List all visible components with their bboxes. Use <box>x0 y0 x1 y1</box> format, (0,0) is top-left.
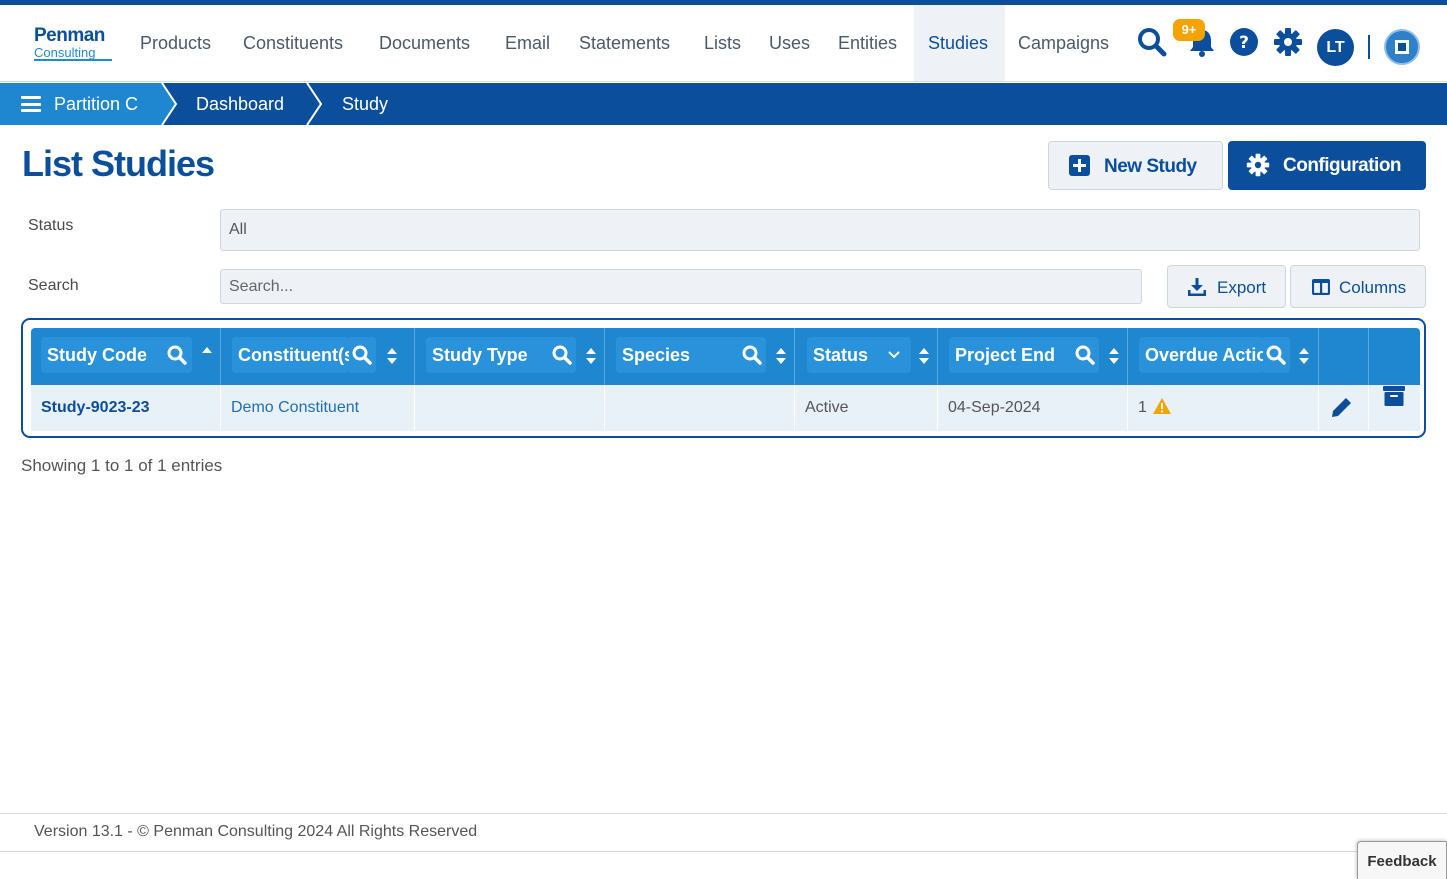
nav-documents[interactable]: Documents <box>365 5 484 81</box>
cell-project-end: 04-Sep-2024 <box>938 385 1128 431</box>
nav-uses[interactable]: Uses <box>755 5 824 81</box>
column-search-icon[interactable] <box>742 345 762 365</box>
sort-icon[interactable] <box>918 347 930 365</box>
column-title-overdue-actions[interactable]: Overdue Actions <box>1139 337 1263 373</box>
nav-products[interactable]: Products <box>126 5 225 81</box>
cell-edit <box>1319 385 1369 431</box>
column-header-constituents[interactable]: Constituent(s) <box>221 328 415 385</box>
nav-lists[interactable]: Lists <box>690 5 755 81</box>
chevron-down-icon[interactable] <box>887 349 901 361</box>
cell-species <box>605 385 795 431</box>
company-logo[interactable]: Penman Consulting <box>34 26 112 61</box>
status-select[interactable]: All <box>220 209 1420 251</box>
nav-statements[interactable]: Statements <box>565 5 684 81</box>
sort-icon[interactable] <box>585 347 597 365</box>
cell-status: Active <box>795 385 938 431</box>
logo-line1: Penman <box>34 25 105 46</box>
studies-table: Study Code Constituent(s) Study Type Spe… <box>21 318 1426 438</box>
notification-badge: 9+ <box>1173 19 1205 41</box>
feedback-button[interactable]: Feedback <box>1357 841 1447 879</box>
new-study-button[interactable]: New Study <box>1048 141 1223 190</box>
export-label: Export <box>1217 278 1267 297</box>
top-navigation: Penman Consulting Products Constituents … <box>0 5 1447 82</box>
sort-icon[interactable] <box>1108 347 1120 365</box>
nav-entities[interactable]: Entities <box>824 5 911 81</box>
column-header-species[interactable]: Species <box>605 328 795 385</box>
column-header-study-type[interactable]: Study Type <box>415 328 605 385</box>
breadcrumb-item-study: Study <box>342 94 389 114</box>
column-header-edit <box>1319 328 1369 385</box>
column-header-archive <box>1369 328 1420 385</box>
nav-divider <box>1368 35 1370 59</box>
footer-copyright: Version 13.1 - © Penman Consulting 2024 … <box>34 823 478 840</box>
sort-icon[interactable] <box>1298 347 1310 365</box>
breadcrumb-item-dashboard[interactable]: Dashboard <box>196 83 284 125</box>
column-search-icon[interactable] <box>167 345 187 365</box>
pencil-icon[interactable] <box>1330 397 1352 419</box>
columns-icon <box>1312 279 1330 295</box>
cell-archive <box>1369 385 1420 431</box>
page-title: List Studies <box>22 143 215 184</box>
search-label: Search <box>28 277 79 294</box>
column-header-study-code[interactable]: Study Code <box>31 328 221 385</box>
search-input[interactable] <box>220 269 1142 304</box>
archive-icon[interactable] <box>1383 386 1405 406</box>
sort-icon[interactable] <box>775 347 787 365</box>
app-switcher-icon[interactable] <box>1384 29 1420 65</box>
column-header-status[interactable]: Status <box>795 328 938 385</box>
logo-line2: Consulting <box>34 45 96 60</box>
gear-icon <box>1246 153 1270 177</box>
hamburger-menu-icon[interactable] <box>21 96 41 112</box>
plus-square-icon <box>1069 155 1090 176</box>
gear-icon[interactable] <box>1272 25 1304 59</box>
status-filter-label: Status <box>28 217 74 234</box>
columns-button[interactable]: Columns <box>1290 265 1426 308</box>
nav-campaigns[interactable]: Campaigns <box>1004 5 1123 81</box>
svg-text:?: ? <box>1239 33 1249 53</box>
column-title-constituents[interactable]: Constituent(s) <box>232 337 349 373</box>
download-icon <box>1188 278 1206 296</box>
sort-icon[interactable] <box>386 347 398 365</box>
column-search-icon[interactable] <box>1266 345 1286 365</box>
search-icon[interactable] <box>1136 25 1168 59</box>
warning-icon <box>1153 398 1172 414</box>
footer-divider <box>0 851 1447 852</box>
cell-study-type <box>415 385 605 431</box>
nav-studies[interactable]: Studies <box>914 5 1005 81</box>
cell-study-code[interactable]: Study-9023-23 <box>31 385 221 431</box>
nav-constituents[interactable]: Constituents <box>229 5 357 81</box>
breadcrumb: Partition C Dashboard Study <box>0 83 1447 125</box>
footer-divider <box>0 813 1447 814</box>
breadcrumb-item-partition[interactable]: Partition C <box>54 83 138 125</box>
help-icon[interactable]: ? <box>1228 25 1260 59</box>
breadcrumb-separator-icon <box>161 83 178 125</box>
column-search-icon[interactable] <box>1075 345 1095 365</box>
column-header-overdue-actions[interactable]: Overdue Actions <box>1128 328 1319 385</box>
user-avatar[interactable]: LT <box>1317 29 1354 66</box>
column-search-icon[interactable] <box>352 345 372 365</box>
cell-overdue-actions[interactable]: 1 <box>1128 385 1319 431</box>
export-button[interactable]: Export <box>1167 265 1286 308</box>
cell-constituent[interactable]: Demo Constituent <box>221 385 415 431</box>
new-study-label: New Study <box>1104 156 1197 177</box>
sort-ascending-icon[interactable] <box>201 346 213 356</box>
table-row: Study-9023-23 Demo Constituent Active 04… <box>31 385 1420 431</box>
columns-label: Columns <box>1339 278 1407 297</box>
table-header: Study Code Constituent(s) Study Type Spe… <box>31 328 1420 385</box>
configuration-button[interactable]: Configuration <box>1228 141 1426 190</box>
breadcrumb-partition[interactable]: Partition C <box>0 83 162 125</box>
nav-email[interactable]: Email <box>491 5 564 81</box>
table-info: Showing 1 to 1 of 1 entries <box>21 456 223 475</box>
configuration-label: Configuration <box>1283 155 1402 176</box>
column-search-icon[interactable] <box>552 345 572 365</box>
column-header-project-end[interactable]: Project End <box>938 328 1128 385</box>
breadcrumb-separator-icon <box>306 83 323 125</box>
overdue-count: 1 <box>1138 399 1147 416</box>
